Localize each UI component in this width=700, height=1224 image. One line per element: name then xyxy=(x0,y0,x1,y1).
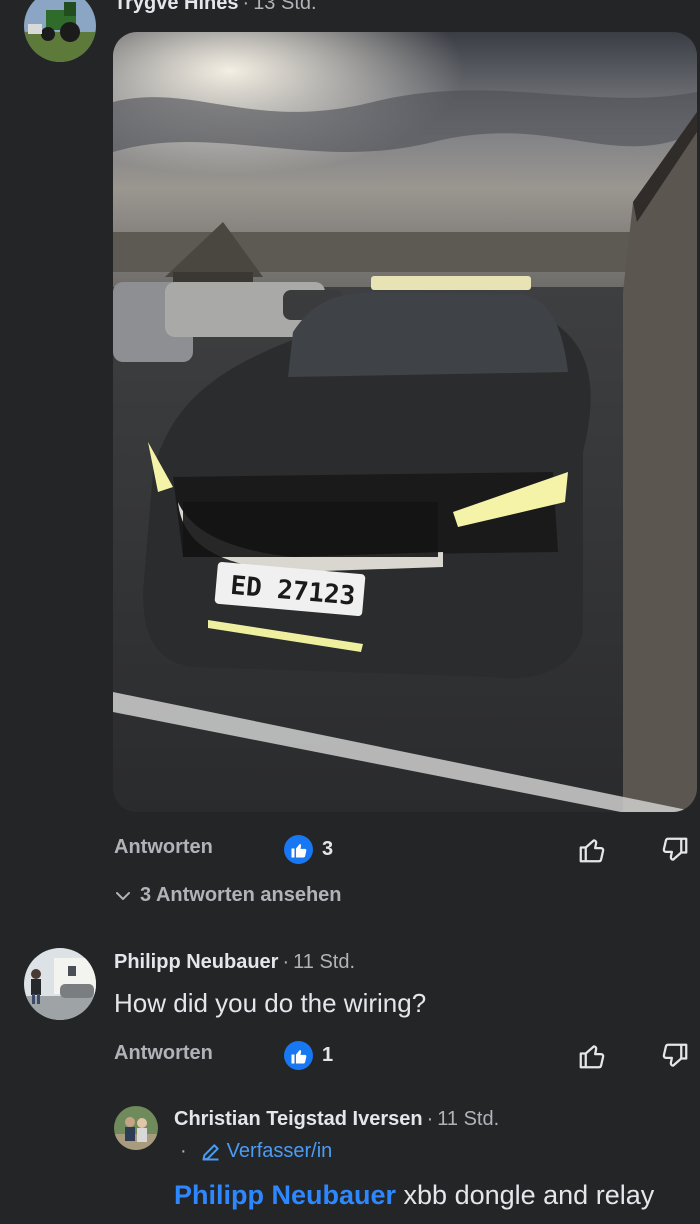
people-photo-icon xyxy=(114,1106,158,1150)
author-name[interactable]: Christian Teigstad Iversen xyxy=(174,1108,423,1130)
author-name[interactable]: Philipp Neubauer xyxy=(114,951,278,973)
thumbs-down-icon[interactable] xyxy=(657,832,693,868)
reply-button[interactable]: Antworten xyxy=(114,1042,213,1065)
separator-dot: · xyxy=(242,0,250,14)
view-replies-label: 3 Antworten ansehen xyxy=(140,884,342,906)
separator-dot: · xyxy=(426,1108,434,1130)
author-line-reply: Christian Teigstad Iversen · 11 Std. xyxy=(174,1108,499,1131)
thumbs-down-icon[interactable] xyxy=(657,1038,693,1074)
avatar-trygve-hines[interactable] xyxy=(24,0,96,62)
author-name[interactable]: Trygve Hines xyxy=(114,0,239,14)
comment-text: How did you do the wiring? xyxy=(114,988,427,1018)
author-role-badge: · Verfasser/in xyxy=(180,1140,332,1163)
car-photo-icon: ED 27123 xyxy=(113,32,697,812)
pencil-icon xyxy=(202,1143,219,1160)
avatar-philipp-neubauer[interactable] xyxy=(24,948,96,1020)
avatar-christian-teigstad-iversen[interactable] xyxy=(114,1106,158,1150)
tractor-photo-icon xyxy=(24,0,96,62)
view-replies-button[interactable]: 3 Antworten ansehen xyxy=(114,884,342,907)
thumbs-up-icon[interactable] xyxy=(574,832,610,868)
author-role-label: Verfasser/in xyxy=(226,1140,333,1162)
timestamp: 11 Std. xyxy=(293,951,356,973)
reply-button[interactable]: Antworten xyxy=(114,836,213,859)
author-line-comment-2: Philipp Neubauer · 11 Std. xyxy=(114,951,355,974)
separator-dot: · xyxy=(180,1140,187,1162)
like-count: 3 xyxy=(322,838,334,860)
chevron-down-icon xyxy=(116,891,130,900)
reply-text: Philipp Neubauer xbb dongle and relay xyxy=(174,1180,654,1211)
comments-page: Trygve Hines · 13 Std. ED 27123 Antworte… xyxy=(0,0,700,1224)
timestamp: 11 Std. xyxy=(437,1108,500,1130)
like-count: 1 xyxy=(322,1044,334,1066)
like-reaction-icon[interactable] xyxy=(284,1041,313,1070)
timestamp: 13 Std. xyxy=(253,0,317,14)
action-row-top-comment: Antworten 3 xyxy=(0,830,700,870)
reply-body: xbb dongle and relay xyxy=(396,1180,655,1210)
author-line-top: Trygve Hines · 13 Std. xyxy=(114,0,317,15)
like-reaction-icon[interactable] xyxy=(284,835,313,864)
mention-link[interactable]: Philipp Neubauer xyxy=(174,1180,396,1210)
thumbs-up-icon[interactable] xyxy=(574,1038,610,1074)
attached-photo[interactable]: ED 27123 xyxy=(113,32,697,812)
separator-dot: · xyxy=(282,951,290,973)
person-car-photo-icon xyxy=(24,948,96,1020)
action-row-comment-2: Antworten 1 xyxy=(0,1036,700,1076)
